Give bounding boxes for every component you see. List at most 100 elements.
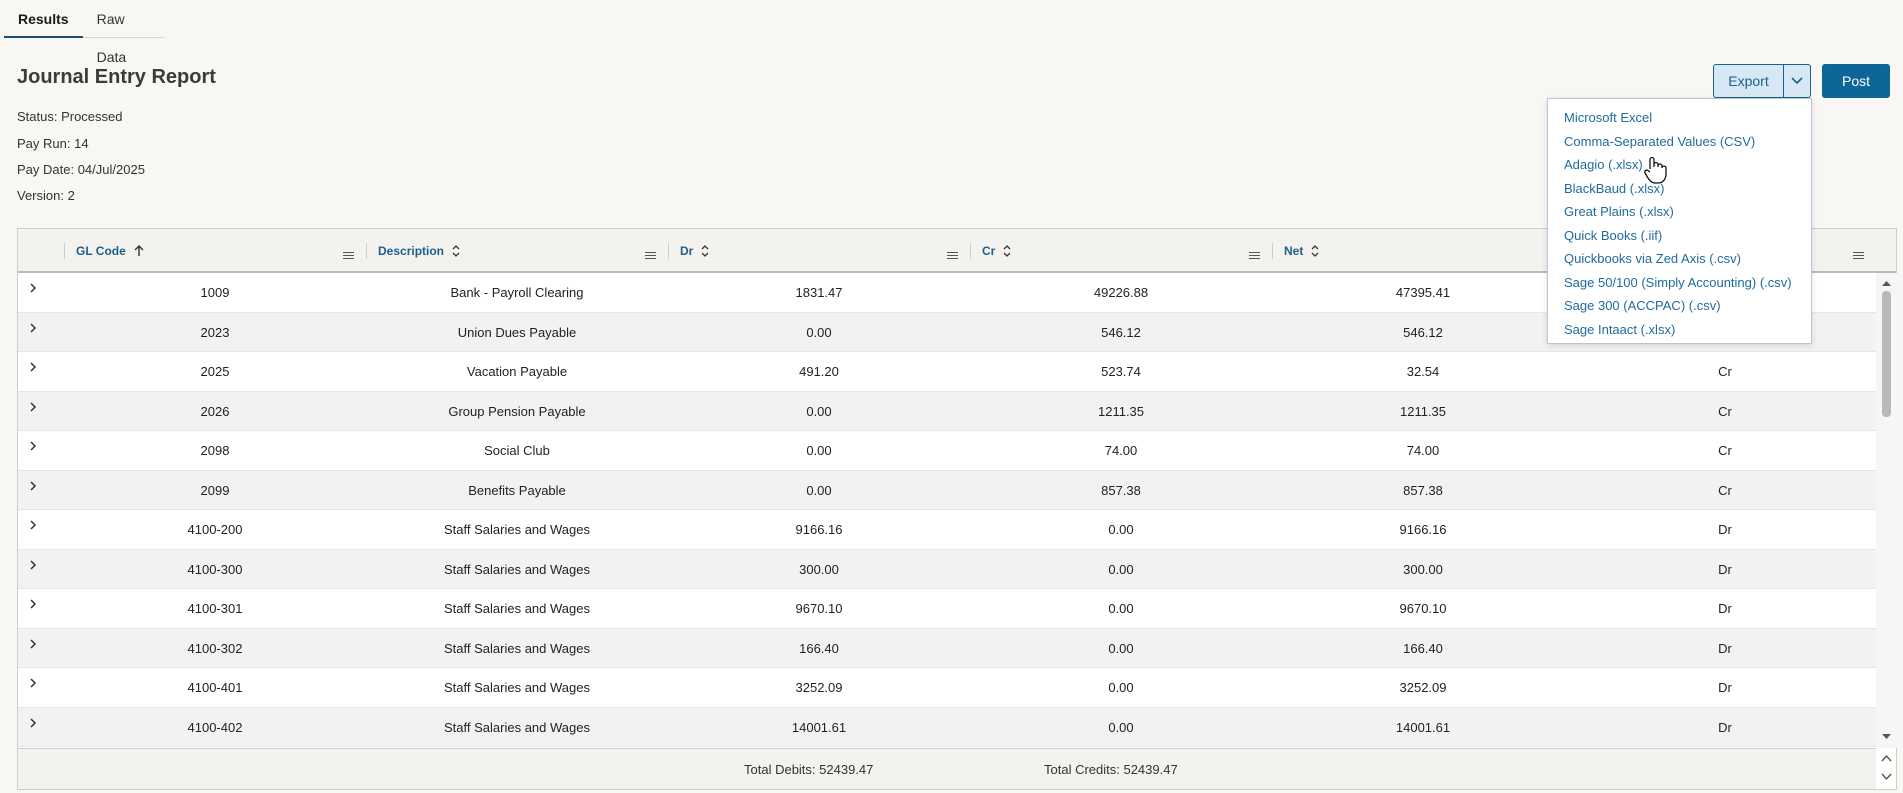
- cell-dr: 9166.16: [795, 522, 843, 537]
- expand-row-icon[interactable]: [26, 676, 40, 690]
- column-header-cr[interactable]: Cr: [970, 229, 1272, 273]
- column-menu-icon[interactable]: [1853, 252, 1864, 260]
- table-row[interactable]: 4100-301 Staff Salaries and Wages 9670.10 0…: [18, 589, 1876, 629]
- column-header-dr[interactable]: Dr: [668, 229, 970, 273]
- column-header-gl-code[interactable]: GL Code: [64, 229, 366, 273]
- vertical-scrollbar[interactable]: [1876, 273, 1897, 748]
- export-menu-item[interactable]: Comma-Separated Values (CSV): [1548, 130, 1811, 154]
- table-row[interactable]: 2099 Benefits Payable 0.00 857.38 857.38 Cr: [18, 470, 1876, 510]
- expand-row-icon[interactable]: [26, 281, 40, 295]
- cell-description: Vacation Payable: [466, 364, 568, 379]
- cell-net: 3252.09: [1399, 680, 1447, 695]
- version-text: Version: 2: [17, 188, 75, 203]
- expand-row-icon[interactable]: [26, 518, 40, 532]
- table-row[interactable]: 2026 Group Pension Payable 0.00 1211.35 1211…: [18, 391, 1876, 431]
- cell-type: Cr: [1718, 364, 1732, 379]
- cell-type: Cr: [1718, 403, 1732, 419]
- cell-cr: 49226.88: [1093, 285, 1149, 300]
- expand-row-icon[interactable]: [26, 597, 40, 611]
- export-menu-item[interactable]: Great Plains (.xlsx): [1548, 200, 1811, 224]
- expand-row-icon[interactable]: [26, 321, 40, 335]
- tab-raw-data[interactable]: Raw Data: [83, 0, 164, 65]
- column-label: Description: [378, 244, 445, 258]
- scroll-down-icon[interactable]: [1881, 733, 1892, 741]
- expand-row-icon[interactable]: [26, 716, 40, 730]
- footer-scroll-up-icon[interactable]: [1881, 754, 1892, 762]
- export-menu-item[interactable]: Adagio (.xlsx): [1548, 153, 1811, 177]
- table-row[interactable]: 4100-300 Staff Salaries and Wages 300.00 0.…: [18, 549, 1876, 589]
- export-menu-item[interactable]: Sage 300 (ACCPAC) (.csv): [1548, 294, 1811, 318]
- table-row[interactable]: 4100-200 Staff Salaries and Wages 9166.16 0…: [18, 510, 1876, 550]
- cell-gl-code: 1009: [200, 285, 230, 300]
- export-menu-item[interactable]: BlackBaud (.xlsx): [1548, 177, 1811, 201]
- export-menu: Microsoft Excel Comma-Separated Values (C…: [1547, 98, 1812, 344]
- cell-cr: 1211.35: [1097, 403, 1145, 419]
- column-menu-icon[interactable]: [645, 252, 656, 260]
- cell-dr: 0.00: [806, 324, 832, 340]
- column-header-net[interactable]: Net: [1272, 229, 1574, 273]
- total-credits: Total Credits: 52439.47: [1044, 762, 1178, 777]
- pay-date-text: Pay Date: 04/Jul/2025: [17, 162, 145, 177]
- cell-description: Staff Salaries and Wages: [444, 522, 590, 537]
- column-menu-icon[interactable]: [947, 252, 958, 260]
- column-menu-icon[interactable]: [1249, 252, 1260, 260]
- cell-gl-code: 4100-300: [187, 561, 243, 577]
- table-row[interactable]: 4100-302 Staff Salaries and Wages 166.40 0.…: [18, 628, 1876, 668]
- cell-cr: 857.38: [1101, 482, 1141, 498]
- cell-cr: 0.00: [1108, 719, 1134, 735]
- cell-description: Staff Salaries and Wages: [444, 640, 590, 656]
- tab-bar: Results Raw Data: [4, 0, 164, 65]
- table-row[interactable]: 4100-401 Staff Salaries and Wages 3252.09 0…: [18, 668, 1876, 708]
- sort-icon: [1003, 245, 1011, 257]
- cell-type: Dr: [1718, 522, 1732, 537]
- cell-dr: 14001.61: [791, 719, 847, 735]
- cell-description: Bank - Payroll Clearing: [450, 285, 584, 300]
- expand-row-icon[interactable]: [26, 360, 40, 374]
- scroll-up-icon[interactable]: [1881, 279, 1892, 287]
- tab-results[interactable]: Results: [4, 0, 83, 38]
- expand-row-icon[interactable]: [26, 558, 40, 572]
- table-row[interactable]: 2098 Social Club 0.00 74.00 74.00 Cr: [18, 431, 1876, 471]
- sort-icon: [452, 245, 460, 257]
- expand-row-icon[interactable]: [26, 637, 40, 651]
- cell-description: Benefits Payable: [468, 482, 566, 498]
- cell-dr: 300.00: [799, 561, 839, 577]
- cell-description: Staff Salaries and Wages: [444, 601, 590, 616]
- export-menu-item[interactable]: Quick Books (.iif): [1548, 224, 1811, 248]
- cell-gl-code: 2023: [200, 324, 230, 340]
- cell-net: 546.12: [1403, 324, 1443, 340]
- chevron-down-icon: [1791, 77, 1803, 85]
- export-menu-item[interactable]: Quickbooks via Zed Axis (.csv): [1548, 247, 1811, 271]
- cell-type: Dr: [1718, 640, 1732, 656]
- expand-row-icon[interactable]: [26, 439, 40, 453]
- cell-gl-code: 4100-200: [187, 522, 243, 537]
- export-menu-item[interactable]: Sage 50/100 (Simply Accounting) (.csv): [1548, 271, 1811, 295]
- export-button[interactable]: Export: [1713, 64, 1784, 98]
- cell-type: Cr: [1718, 482, 1732, 498]
- column-label: Cr: [982, 244, 996, 258]
- cell-type: Dr: [1718, 601, 1732, 616]
- grid-footer: Total Debits: 52439.47 Total Credits: 52…: [18, 748, 1876, 789]
- cell-cr: 546.12: [1101, 324, 1141, 340]
- cell-type: Dr: [1718, 561, 1732, 577]
- cell-dr: 9670.10: [795, 601, 843, 616]
- cell-net: 14001.61: [1395, 719, 1451, 735]
- scrollbar-thumb[interactable]: [1882, 291, 1891, 417]
- status-text: Status: Processed: [17, 109, 123, 124]
- cell-description: Social Club: [484, 443, 550, 458]
- column-menu-icon[interactable]: [343, 252, 354, 260]
- footer-scroll-down-icon[interactable]: [1881, 773, 1892, 781]
- post-button[interactable]: Post: [1822, 64, 1890, 98]
- table-row[interactable]: 2025 Vacation Payable 491.20 523.74 32.54 Cr: [18, 352, 1876, 392]
- export-menu-item[interactable]: Sage Intaact (.xlsx): [1548, 318, 1811, 342]
- table-row[interactable]: 4100-402 Staff Salaries and Wages 14001.61…: [18, 707, 1876, 747]
- expand-row-icon[interactable]: [26, 479, 40, 493]
- cell-gl-code: 4100-402: [187, 719, 243, 735]
- cell-gl-code: 2026: [200, 403, 230, 419]
- export-menu-toggle[interactable]: [1783, 64, 1811, 98]
- expand-row-icon[interactable]: [26, 400, 40, 414]
- export-menu-item[interactable]: Microsoft Excel: [1548, 106, 1811, 130]
- cell-net: 47395.41: [1395, 285, 1451, 300]
- column-header-description[interactable]: Description: [366, 229, 668, 273]
- cell-gl-code: 2025: [200, 364, 230, 379]
